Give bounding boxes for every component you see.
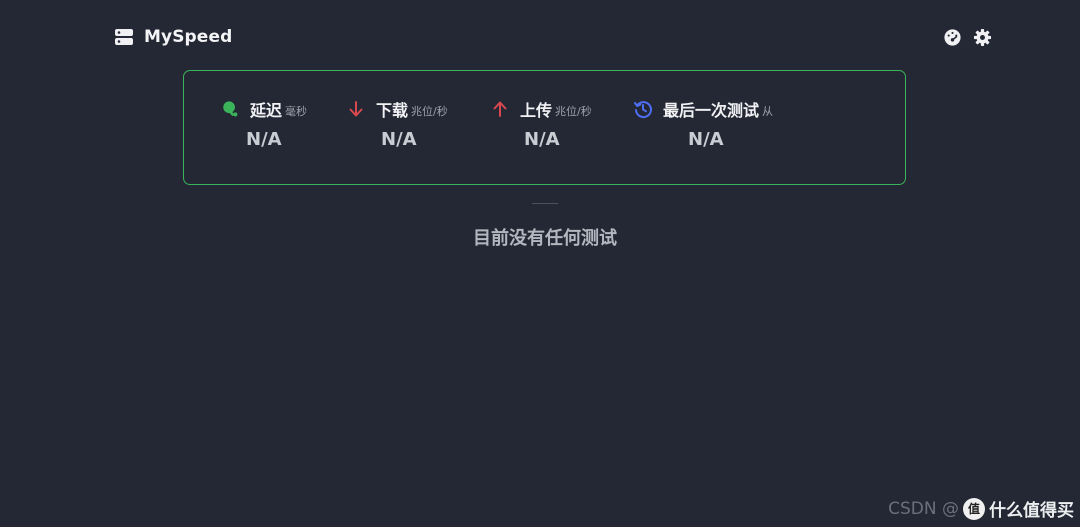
arrow-up-icon <box>490 99 510 119</box>
stat-last-test-label: 最后一次测试 <box>663 101 760 120</box>
stat-last-test: 最后一次测试 从 N/A <box>633 97 773 150</box>
stats-card: 延迟 毫秒 N/A 下载 兆位/秒 N/A 上传 兆位/秒 N/A 最后一次测试… <box>183 70 906 185</box>
ping-pong-icon <box>220 99 240 119</box>
stat-download-value: N/A <box>381 129 417 150</box>
watermark-badge: 值 <box>963 497 985 520</box>
server-icon <box>114 27 134 47</box>
stat-ping-unit: 毫秒 <box>285 104 308 118</box>
stat-download: 下载 兆位/秒 N/A <box>346 97 448 150</box>
speed-test-icon[interactable] <box>942 27 962 47</box>
stat-last-test-header: 最后一次测试 从 <box>633 97 773 121</box>
watermark-csdn: CSDN @ <box>888 498 959 519</box>
header-actions <box>942 27 992 47</box>
stat-last-test-unit: 从 <box>762 104 774 118</box>
app-root: MySpeed 延迟 毫秒 N/A 下载 兆位/秒 N/A 上传 兆位/秒 N/… <box>0 0 1080 527</box>
stat-upload-label: 上传 <box>520 101 553 120</box>
stat-upload-header: 上传 兆位/秒 <box>490 97 592 121</box>
top-header: MySpeed <box>0 0 1080 76</box>
brand[interactable]: MySpeed <box>114 27 232 47</box>
stat-ping-header: 延迟 毫秒 <box>220 97 307 121</box>
stat-ping-value: N/A <box>246 129 282 150</box>
watermark-text: 什么值得买 <box>989 501 1074 521</box>
divider <box>532 203 558 204</box>
gear-icon[interactable] <box>972 27 992 47</box>
arrow-down-icon <box>346 99 366 119</box>
stat-last-test-value: N/A <box>688 129 724 150</box>
stat-ping: 延迟 毫秒 N/A <box>220 97 307 150</box>
empty-state-message: 目前没有任何测试 <box>473 228 617 249</box>
app-title: MySpeed <box>144 27 233 47</box>
stat-download-label: 下载 <box>376 101 409 120</box>
watermark: CSDN @ 值 什么值得买 <box>888 496 1074 521</box>
stat-download-unit: 兆位/秒 <box>411 104 448 118</box>
history-icon <box>633 99 653 119</box>
stat-ping-label: 延迟 <box>250 101 283 120</box>
stat-upload: 上传 兆位/秒 N/A <box>490 97 592 150</box>
stat-download-header: 下载 兆位/秒 <box>346 97 448 121</box>
stat-upload-unit: 兆位/秒 <box>555 104 592 118</box>
stat-upload-value: N/A <box>524 129 560 150</box>
